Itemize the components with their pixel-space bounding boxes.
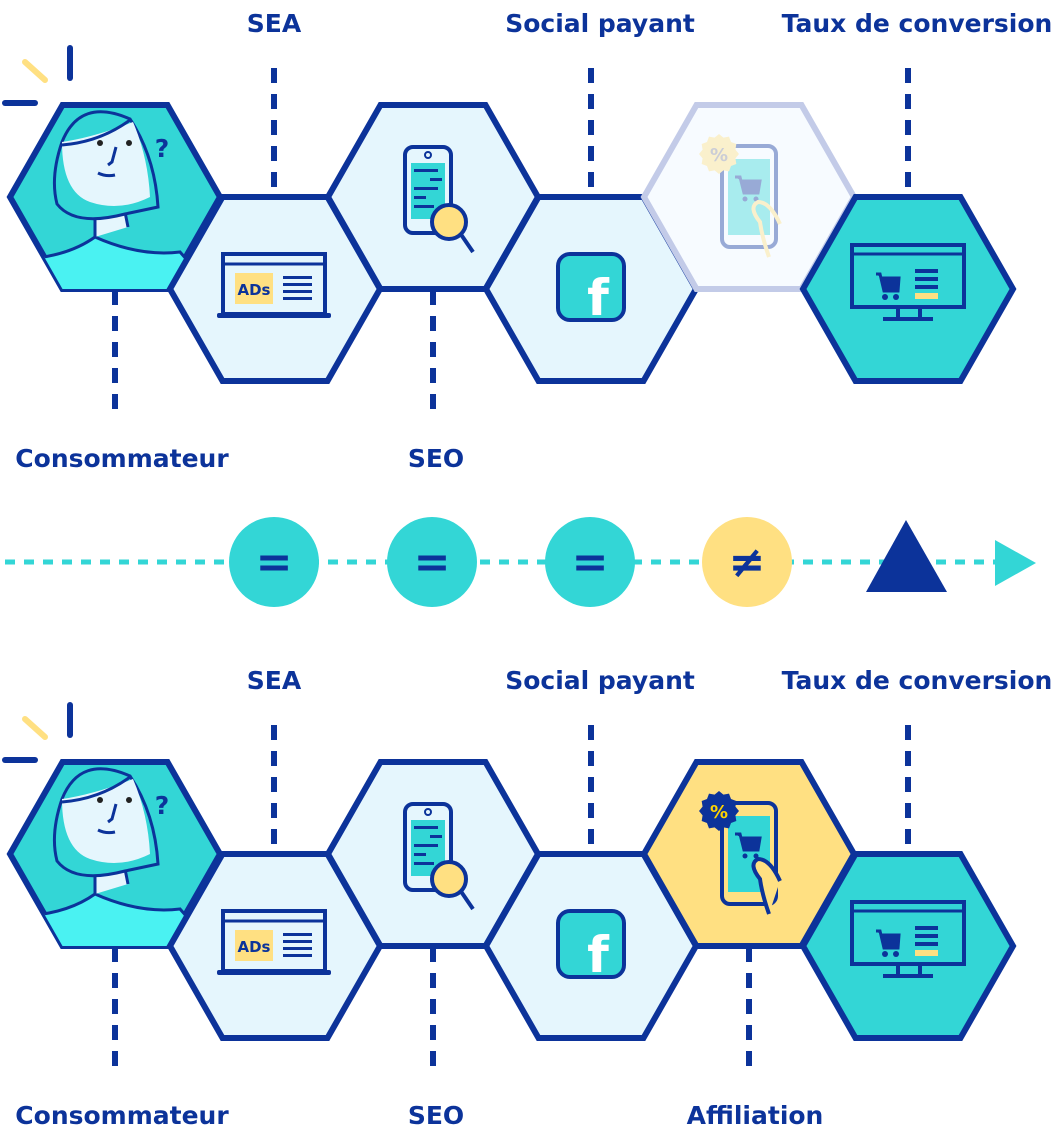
- laptop-ads-icon: ADs: [217, 909, 331, 975]
- label-social: Social payant: [505, 666, 695, 695]
- arrow-right-icon: [995, 540, 1036, 586]
- facebook-icon: f: [556, 909, 626, 984]
- spark-icon: [22, 716, 48, 740]
- eye: [126, 140, 132, 146]
- label-seo: SEO: [408, 1101, 464, 1130]
- eye: [97, 140, 103, 146]
- label-conversion: Taux de conversion: [782, 9, 1053, 38]
- badge-text: %: [710, 802, 728, 823]
- label-conversion: Taux de conversion: [782, 666, 1053, 695]
- label-consumer: Consommateur: [15, 1101, 229, 1130]
- label-sea: SEA: [247, 9, 302, 38]
- question-mark-icon: ?: [155, 134, 170, 163]
- ads-text: ADs: [238, 938, 271, 956]
- label-social: Social payant: [505, 9, 695, 38]
- triangle-up-icon: [866, 520, 947, 592]
- equals-icon: =: [256, 537, 293, 588]
- ads-text: ADs: [238, 281, 271, 299]
- laptop-ads-icon: ADs: [217, 252, 331, 318]
- label-sea: SEA: [247, 666, 302, 695]
- label-consumer: Consommateur: [15, 444, 229, 473]
- eye: [126, 797, 132, 803]
- spark-icon: [22, 59, 48, 83]
- badge-text: %: [710, 145, 728, 166]
- label-seo: SEO: [408, 444, 464, 473]
- marketing-attribution-diagram: ? ADs f% SEA Social payant Taux de conversion…: [2, 9, 1053, 1130]
- question-mark-icon: ?: [155, 791, 170, 820]
- label-affiliation: Affiliation: [687, 1101, 824, 1130]
- eye: [97, 797, 103, 803]
- not-equal-icon: ≠: [729, 537, 766, 588]
- facebook-letter: f: [587, 269, 610, 327]
- facebook-icon: f: [556, 252, 626, 327]
- equals-icon: =: [414, 537, 451, 588]
- equals-icon: =: [572, 537, 609, 588]
- facebook-letter: f: [587, 926, 610, 984]
